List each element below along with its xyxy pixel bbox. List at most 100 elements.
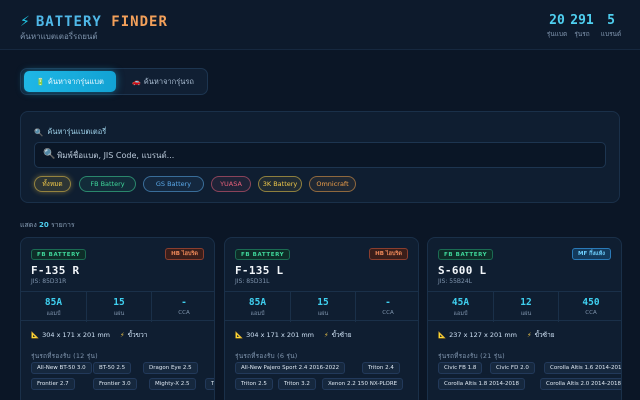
search-label: 🔍 ค้นหารุ่นแบตเตอรี่ bbox=[34, 126, 106, 138]
spec-value: - bbox=[181, 297, 187, 308]
spec-value: 15 bbox=[317, 297, 329, 308]
car-model-tag[interactable]: Dragon Eye 2.5 bbox=[143, 362, 198, 374]
battery-type-badge: HB ไฮบริด bbox=[165, 248, 204, 260]
spec-unit: แอมป์ bbox=[46, 311, 61, 317]
jis-code: JIS: 85D31R bbox=[31, 278, 67, 285]
spec-cell: 15 แผ่น bbox=[86, 292, 151, 322]
terminal-info: ⚡ ขั้วซ้าย bbox=[527, 330, 555, 340]
filter-chip-omnicraft[interactable]: Omnicraft bbox=[309, 176, 356, 192]
car-model-tag[interactable]: Xenon 2.2 150 NX-PLORE bbox=[322, 378, 404, 390]
magnifier-icon: 🔍 bbox=[34, 127, 44, 137]
filter-chip-fb[interactable]: FB Battery bbox=[79, 176, 136, 192]
lightning-icon: ⚡ bbox=[120, 331, 125, 339]
compatible-cars-label: รุ่นรถที่รองรับ (6 รุ่น) bbox=[235, 352, 298, 360]
app-logo[interactable]: ⚡ BATTERY FINDER bbox=[20, 12, 168, 32]
car-model-tag[interactable]: Triton 2.4 bbox=[362, 362, 400, 374]
stat-label: รุ่นแบต bbox=[546, 30, 568, 38]
spec-unit: แผ่น bbox=[520, 311, 532, 317]
battery-model: F-135 L bbox=[235, 264, 284, 277]
app-subtitle: ค้นหาแบตเตอรี่รถยนต์ bbox=[20, 32, 98, 41]
spec-value: 12 bbox=[520, 297, 532, 308]
car-model-tag[interactable]: Civic FD 2.0 bbox=[490, 362, 535, 374]
spec-cell: 15 แผ่น bbox=[290, 292, 355, 322]
app-title-rest: FINDER bbox=[111, 14, 168, 30]
brand-tag: FB BATTERY bbox=[438, 249, 494, 260]
stat-value: 291 bbox=[570, 13, 594, 28]
brand-tag: FB BATTERY bbox=[235, 249, 291, 260]
tab-search-by-battery[interactable]: 🔋 ค้นหาจากรุ่นแบต bbox=[24, 71, 116, 92]
terminal-side: ขั้วขวา bbox=[127, 331, 148, 339]
car-model-tag[interactable]: Frontier 3.0 bbox=[93, 378, 137, 390]
dimensions: 304 x 171 x 201 mm bbox=[42, 331, 111, 339]
car-model-tag[interactable]: Triton 3.2 bbox=[278, 378, 316, 390]
spec-cell: 85A แอมป์ bbox=[225, 292, 290, 322]
filter-chip-yuasa[interactable]: YUASA bbox=[211, 176, 251, 192]
car-model-tag[interactable]: Frontier 2.7 bbox=[31, 378, 75, 390]
result-suffix: รายการ bbox=[50, 221, 75, 229]
search-mode-tabs: 🔋 ค้นหาจากรุ่นแบต 🚗 ค้นหาจากรุ่นรถ bbox=[20, 68, 208, 95]
spec-value: 45A bbox=[451, 297, 470, 308]
search-box[interactable]: 🔍 bbox=[34, 142, 606, 168]
spec-value: 85A bbox=[248, 297, 267, 308]
tab-search-by-car[interactable]: 🚗 ค้นหาจากรุ่นรถ bbox=[121, 71, 205, 92]
lightning-icon: ⚡ bbox=[324, 331, 329, 339]
result-prefix: แสดง bbox=[20, 221, 37, 229]
spec-cell: 450 CCA bbox=[558, 292, 621, 322]
spec-value: 450 bbox=[582, 297, 600, 308]
terminal-side: ขั้วซ้าย bbox=[331, 331, 352, 339]
result-number: 20 bbox=[38, 221, 49, 229]
battery-model: S-600 L bbox=[438, 264, 487, 277]
search-input[interactable] bbox=[57, 146, 597, 164]
dimensions-row: 📐 237 x 127 x 201 mm ⚡ ขั้วซ้าย bbox=[438, 330, 555, 340]
filter-chip-3k[interactable]: 3K Battery bbox=[258, 176, 302, 192]
stat-value: 20 bbox=[549, 13, 565, 28]
search-icon: 🔍 bbox=[43, 149, 56, 160]
car-model-tag[interactable]: Corolla Altis 1.8 2014-2018 bbox=[438, 378, 525, 390]
car-model-tag[interactable]: Civic FB 1.8 bbox=[438, 362, 483, 374]
battery-card[interactable]: FB BATTERY HB ไฮบริด F-135 R JIS: 85D31R 85A… bbox=[20, 237, 215, 400]
battery-type-badge: HB ไฮบริด bbox=[369, 248, 408, 260]
spec-unit: แอมป์ bbox=[250, 311, 265, 317]
terminal-side: ขั้วซ้าย bbox=[534, 331, 555, 339]
car-model-tag[interactable]: Triton 2.5 bbox=[235, 378, 273, 390]
spec-cell: - CCA bbox=[355, 292, 418, 322]
spec-unit: แอมป์ bbox=[453, 311, 468, 317]
spec-cell: - CCA bbox=[151, 292, 214, 322]
car-model-tag[interactable]: TFR 2.5 bbox=[205, 378, 214, 390]
battery-icon: 🔋 bbox=[36, 77, 45, 86]
stat-label: แบรนด์ bbox=[600, 30, 622, 38]
car-model-tag[interactable]: BT-50 2.5 bbox=[93, 362, 132, 374]
spec-value: 15 bbox=[113, 297, 125, 308]
tab-label: ค้นหาจากรุ่นรถ bbox=[143, 76, 194, 86]
spec-unit: แผ่น bbox=[317, 311, 329, 317]
spec-unit: CCA bbox=[585, 310, 597, 316]
battery-card[interactable]: FB BATTERY MF กึ่งแห้ง S-600 L JIS: 55B24L 4… bbox=[427, 237, 622, 400]
car-model-tag[interactable]: Corolla Altis 1.6 2014-2018 bbox=[544, 362, 621, 374]
dimensions-row: 📐 304 x 171 x 201 mm ⚡ ขั้วขวา bbox=[31, 330, 147, 340]
spec-row: 45A แอมป์ 12 แผ่น 450 CCA bbox=[428, 291, 621, 322]
search-panel: 🔍 ค้นหารุ่นแบตเตอรี่ 🔍 ทั้งหมด FB Batter… bbox=[20, 111, 620, 203]
battery-model: F-135 R bbox=[31, 264, 80, 277]
app-title: BATTERY FINDER bbox=[36, 14, 168, 30]
brand-tag: FB BATTERY bbox=[31, 249, 87, 260]
terminal-info: ⚡ ขั้วขวา bbox=[120, 330, 147, 340]
search-label-text: ค้นหารุ่นแบตเตอรี่ bbox=[47, 127, 107, 136]
spec-unit: CCA bbox=[178, 310, 190, 316]
lightning-icon: ⚡ bbox=[527, 331, 532, 339]
jis-code: JIS: 85D31L bbox=[235, 278, 270, 285]
jis-code: JIS: 55B24L bbox=[438, 278, 473, 285]
battery-card[interactable]: FB BATTERY HB ไฮบริด F-135 L JIS: 85D31L 85A… bbox=[224, 237, 419, 400]
car-model-tag[interactable]: All-New BT-50 3.0 bbox=[31, 362, 92, 374]
car-model-tag[interactable]: Corolla Altis 2.0 2014-2018 bbox=[540, 378, 621, 390]
car-model-tag[interactable]: All-New Pajero Sport 2.4 2016-2022 bbox=[235, 362, 346, 374]
car-icon: 🚗 bbox=[132, 77, 141, 86]
spec-unit: CCA bbox=[382, 310, 394, 316]
filter-chip-gs[interactable]: GS Battery bbox=[143, 176, 204, 192]
compatible-cars-label: รุ่นรถที่รองรับ (21 รุ่น) bbox=[438, 352, 505, 360]
spec-unit: แผ่น bbox=[113, 311, 125, 317]
ruler-icon: 📐 bbox=[438, 331, 447, 339]
lightning-bolt-icon: ⚡ bbox=[20, 14, 30, 30]
top-bar: ⚡ BATTERY FINDER ค้นหาแบตเตอรี่รถยนต์ 20… bbox=[0, 0, 640, 50]
filter-chip-all[interactable]: ทั้งหมด bbox=[34, 176, 71, 192]
car-model-tag[interactable]: Mighty-X 2.5 bbox=[149, 378, 196, 390]
